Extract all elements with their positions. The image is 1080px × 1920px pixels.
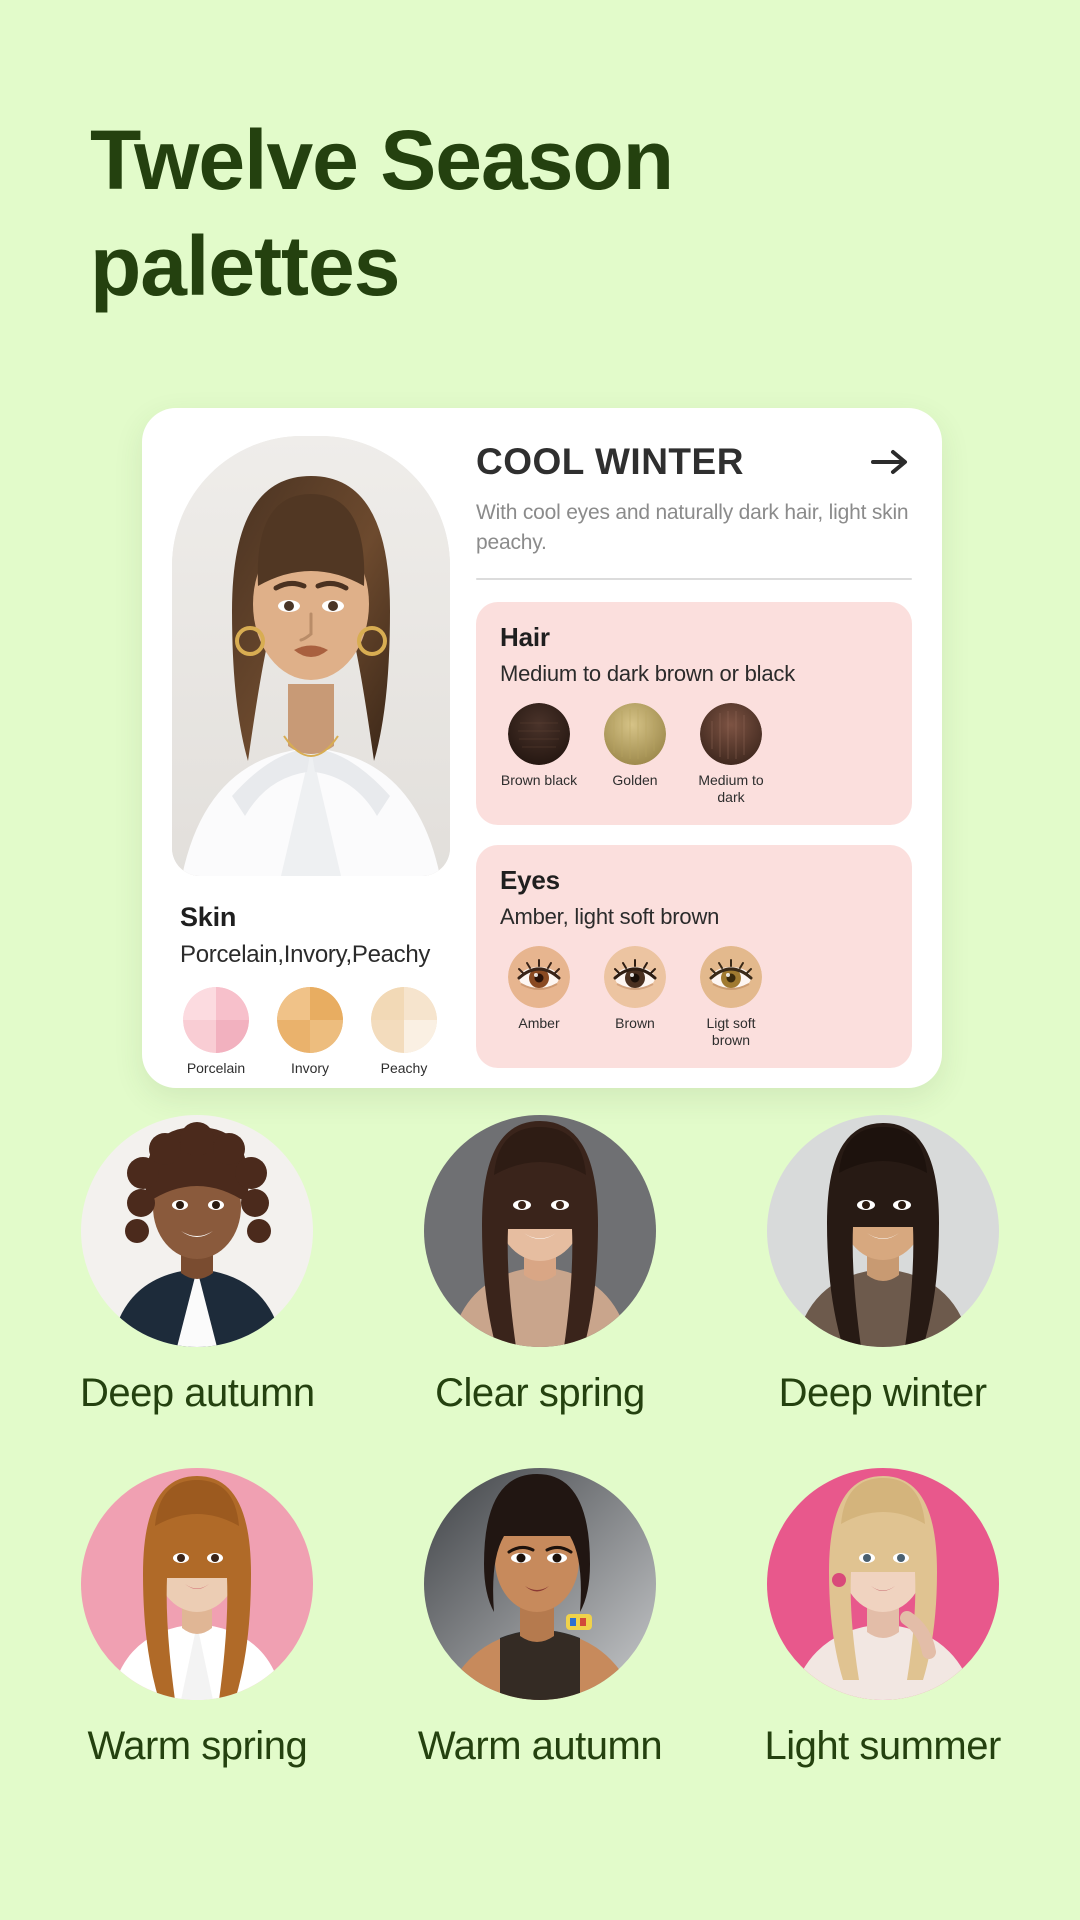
hair-swatch-color bbox=[508, 702, 570, 765]
eye-icon bbox=[604, 945, 666, 1008]
season-label: Deep winter bbox=[778, 1371, 987, 1415]
eye-icon bbox=[700, 945, 762, 1008]
season-header: COOL WINTER bbox=[476, 440, 912, 484]
skin-subtitle: Porcelain,Invory,Peachy bbox=[180, 941, 431, 968]
skin-swatch-color bbox=[277, 987, 343, 1053]
season-label: Clear spring bbox=[435, 1371, 645, 1415]
hair-swatch-color bbox=[700, 702, 762, 765]
hair-subtitle: Medium to dark brown or black bbox=[500, 660, 795, 686]
season-grid-item[interactable]: Light summer bbox=[711, 1468, 1054, 1769]
skin-title: Skin bbox=[180, 902, 237, 932]
card-right-column: COOL WINTER With cool eyes and naturally… bbox=[476, 436, 912, 1077]
eye-swatch[interactable]: Amber bbox=[500, 945, 578, 1050]
season-label: Warm autumn bbox=[417, 1724, 663, 1768]
skin-swatch[interactable]: Porcelain bbox=[180, 987, 252, 1077]
season-thumbnail bbox=[423, 1115, 656, 1347]
header-divider bbox=[476, 577, 912, 580]
skin-swatch-label: Porcelain bbox=[186, 1060, 246, 1076]
eyes-title: Eyes bbox=[500, 864, 560, 895]
season-description: With cool eyes and naturally dark hair, … bbox=[476, 501, 909, 554]
eye-icon bbox=[508, 945, 570, 1008]
season-grid-item[interactable]: Warm spring bbox=[26, 1468, 369, 1769]
eye-swatch-label: Amber bbox=[518, 1014, 560, 1031]
hair-swatch[interactable]: Golden bbox=[596, 702, 674, 807]
season-grid-item[interactable]: Clear spring bbox=[369, 1115, 712, 1416]
season-thumbnail bbox=[81, 1468, 314, 1700]
eye-swatch-label: Brown bbox=[615, 1014, 655, 1031]
season-label: Deep autumn bbox=[80, 1371, 315, 1415]
card-left-column: Skin Porcelain,Invory,Peachy Porcelain I… bbox=[172, 436, 450, 1077]
season-name: COOL WINTER bbox=[476, 441, 744, 482]
eyes-swatch-row: Amber Brown Ligt soft brown bbox=[500, 945, 888, 1050]
hair-swatch-label: Medium to dark bbox=[698, 771, 764, 806]
season-label: Warm spring bbox=[87, 1724, 308, 1768]
hair-swatch-row: Brown black Golden Medium to dark bbox=[500, 702, 888, 807]
card-top-row: Skin Porcelain,Invory,Peachy Porcelain I… bbox=[172, 436, 912, 1077]
season-grid-item[interactable]: Warm autumn bbox=[369, 1468, 712, 1769]
featured-portrait-image bbox=[172, 436, 450, 876]
season-thumbnail bbox=[423, 1468, 656, 1700]
season-thumbnail bbox=[81, 1115, 314, 1347]
skin-swatch-color bbox=[371, 987, 437, 1053]
arrow-right-icon[interactable] bbox=[868, 440, 912, 484]
eyes-subtitle: Amber, light soft brown bbox=[500, 903, 720, 929]
hair-title: Hair bbox=[500, 621, 550, 652]
skin-swatch-color bbox=[183, 987, 249, 1053]
skin-swatch-label: Invory bbox=[290, 1060, 330, 1076]
hair-swatch[interactable]: Medium to dark bbox=[692, 702, 770, 807]
page-title: Twelve Season palettes bbox=[90, 113, 674, 313]
eye-swatch[interactable]: Ligt soft brown bbox=[692, 945, 770, 1050]
hair-swatch-color bbox=[604, 702, 666, 765]
eye-swatch-label: Ligt soft brown bbox=[706, 1014, 756, 1049]
skin-section: Skin Porcelain,Invory,Peachy Porcelain I… bbox=[172, 902, 450, 1077]
hair-section: Hair Medium to dark brown or black Brown… bbox=[476, 601, 912, 825]
hair-swatch[interactable]: Brown black bbox=[500, 702, 578, 807]
featured-season-card[interactable]: Skin Porcelain,Invory,Peachy Porcelain I… bbox=[142, 408, 942, 1088]
skin-swatch-label: Peachy bbox=[380, 1060, 428, 1076]
eye-swatch[interactable]: Brown bbox=[596, 945, 674, 1050]
skin-swatch[interactable]: Peachy bbox=[368, 987, 440, 1077]
eyes-section: Eyes Amber, light soft brown Amber Brown… bbox=[476, 844, 912, 1068]
season-grid-item[interactable]: Deep winter bbox=[711, 1115, 1054, 1416]
skin-swatch-row: Porcelain Invory Peachy bbox=[180, 987, 450, 1077]
season-grid-item[interactable]: Deep autumn bbox=[26, 1115, 369, 1416]
skin-swatch[interactable]: Invory bbox=[274, 987, 346, 1077]
hair-swatch-label: Golden bbox=[612, 771, 658, 788]
season-grid: Deep autumn Clear spring Deep winter War… bbox=[0, 1115, 1080, 1821]
season-thumbnail bbox=[766, 1468, 999, 1700]
season-label: Light summer bbox=[764, 1724, 1001, 1768]
hair-swatch-label: Brown black bbox=[500, 771, 578, 788]
season-thumbnail bbox=[766, 1115, 999, 1347]
